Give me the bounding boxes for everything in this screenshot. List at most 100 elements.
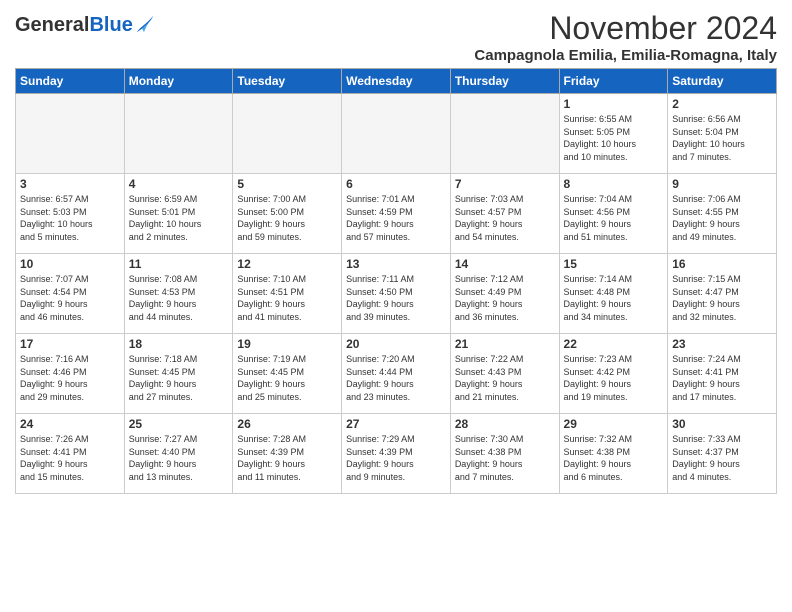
day-info: Sunrise: 7:00 AM Sunset: 5:00 PM Dayligh… bbox=[237, 193, 337, 243]
calendar-week-2: 3Sunrise: 6:57 AM Sunset: 5:03 PM Daylig… bbox=[16, 174, 777, 254]
day-info: Sunrise: 7:15 AM Sunset: 4:47 PM Dayligh… bbox=[672, 273, 772, 323]
calendar-table: Sunday Monday Tuesday Wednesday Thursday… bbox=[15, 68, 777, 494]
day-number: 29 bbox=[564, 417, 664, 431]
day-info: Sunrise: 7:14 AM Sunset: 4:48 PM Dayligh… bbox=[564, 273, 664, 323]
calendar-day bbox=[16, 94, 125, 174]
calendar-day: 19Sunrise: 7:19 AM Sunset: 4:45 PM Dayli… bbox=[233, 334, 342, 414]
day-info: Sunrise: 7:27 AM Sunset: 4:40 PM Dayligh… bbox=[129, 433, 229, 483]
calendar-day: 5Sunrise: 7:00 AM Sunset: 5:00 PM Daylig… bbox=[233, 174, 342, 254]
day-info: Sunrise: 7:07 AM Sunset: 4:54 PM Dayligh… bbox=[20, 273, 120, 323]
day-info: Sunrise: 7:22 AM Sunset: 4:43 PM Dayligh… bbox=[455, 353, 555, 403]
day-info: Sunrise: 7:03 AM Sunset: 4:57 PM Dayligh… bbox=[455, 193, 555, 243]
calendar-day: 25 Sunrise: 7:27 AM Sunset: 4:40 PM Dayli… bbox=[124, 414, 233, 494]
col-sunday: Sunday bbox=[16, 69, 125, 94]
calendar-day: 27 Sunrise: 7:29 AM Sunset: 4:39 PM Dayli… bbox=[342, 414, 451, 494]
calendar-day: 4 Sunrise: 6:59 AM Sunset: 5:01 PM Daylig… bbox=[124, 174, 233, 254]
day-number: 27 bbox=[346, 417, 446, 431]
day-info: Sunrise: 7:06 AM Sunset: 4:55 PM Dayligh… bbox=[672, 193, 772, 243]
day-info: Sunrise: 7:01 AM Sunset: 4:59 PM Dayligh… bbox=[346, 193, 446, 243]
day-info: Sunrise: 7:11 AM Sunset: 4:50 PM Dayligh… bbox=[346, 273, 446, 323]
calendar-day: 16 Sunrise: 7:15 AM Sunset: 4:47 PM Dayli… bbox=[668, 254, 777, 334]
day-info: Sunrise: 7:33 AM Sunset: 4:37 PM Dayligh… bbox=[672, 433, 772, 483]
col-monday: Monday bbox=[124, 69, 233, 94]
calendar-day: 8 Sunrise: 7:04 AM Sunset: 4:56 PM Daylig… bbox=[559, 174, 668, 254]
calendar-day: 7 Sunrise: 7:03 AM Sunset: 4:57 PM Daylig… bbox=[450, 174, 559, 254]
calendar-day: 21 Sunrise: 7:22 AM Sunset: 4:43 PM Dayli… bbox=[450, 334, 559, 414]
day-info: Sunrise: 7:12 AM Sunset: 4:49 PM Dayligh… bbox=[455, 273, 555, 323]
calendar-day bbox=[342, 94, 451, 174]
calendar-day: 9Sunrise: 7:06 AM Sunset: 4:55 PM Daylig… bbox=[668, 174, 777, 254]
day-number: 23 bbox=[672, 337, 772, 351]
calendar-day: 22Sunrise: 7:23 AM Sunset: 4:42 PM Dayli… bbox=[559, 334, 668, 414]
calendar-day: 23 Sunrise: 7:24 AM Sunset: 4:41 PM Dayli… bbox=[668, 334, 777, 414]
day-number: 14 bbox=[455, 257, 555, 271]
header: GeneralBlue November 2024 Campagnola Emi… bbox=[15, 10, 777, 64]
month-title: November 2024 bbox=[474, 10, 777, 47]
day-info: Sunrise: 7:04 AM Sunset: 4:56 PM Dayligh… bbox=[564, 193, 664, 243]
day-info: Sunrise: 7:24 AM Sunset: 4:41 PM Dayligh… bbox=[672, 353, 772, 403]
calendar-day: 11Sunrise: 7:08 AM Sunset: 4:53 PM Dayli… bbox=[124, 254, 233, 334]
day-info: Sunrise: 7:28 AM Sunset: 4:39 PM Dayligh… bbox=[237, 433, 337, 483]
page: GeneralBlue November 2024 Campagnola Emi… bbox=[0, 0, 792, 504]
calendar-day: 12 Sunrise: 7:10 AM Sunset: 4:51 PM Dayli… bbox=[233, 254, 342, 334]
day-number: 2 bbox=[672, 97, 772, 111]
day-info: Sunrise: 7:18 AM Sunset: 4:45 PM Dayligh… bbox=[129, 353, 229, 403]
day-info: Sunrise: 6:56 AM Sunset: 5:04 PM Dayligh… bbox=[672, 113, 772, 163]
calendar-day: 3Sunrise: 6:57 AM Sunset: 5:03 PM Daylig… bbox=[16, 174, 125, 254]
calendar-day bbox=[450, 94, 559, 174]
calendar-day: 14 Sunrise: 7:12 AM Sunset: 4:49 PM Dayli… bbox=[450, 254, 559, 334]
day-number: 12 bbox=[237, 257, 337, 271]
calendar-week-3: 10 Sunrise: 7:07 AM Sunset: 4:54 PM Dayli… bbox=[16, 254, 777, 334]
calendar-day: 20Sunrise: 7:20 AM Sunset: 4:44 PM Dayli… bbox=[342, 334, 451, 414]
calendar-day: 18 Sunrise: 7:18 AM Sunset: 4:45 PM Dayli… bbox=[124, 334, 233, 414]
day-number: 10 bbox=[20, 257, 120, 271]
calendar-week-4: 17 Sunrise: 7:16 AM Sunset: 4:46 PM Dayli… bbox=[16, 334, 777, 414]
calendar-day: 30 Sunrise: 7:33 AM Sunset: 4:37 PM Dayli… bbox=[668, 414, 777, 494]
calendar-day: 10 Sunrise: 7:07 AM Sunset: 4:54 PM Dayli… bbox=[16, 254, 125, 334]
col-saturday: Saturday bbox=[668, 69, 777, 94]
logo: GeneralBlue bbox=[15, 14, 153, 36]
calendar-day: 15 Sunrise: 7:14 AM Sunset: 4:48 PM Dayli… bbox=[559, 254, 668, 334]
day-number: 19 bbox=[237, 337, 337, 351]
calendar-day: 17 Sunrise: 7:16 AM Sunset: 4:46 PM Dayli… bbox=[16, 334, 125, 414]
day-info: Sunrise: 7:16 AM Sunset: 4:46 PM Dayligh… bbox=[20, 353, 120, 403]
header-row: Sunday Monday Tuesday Wednesday Thursday… bbox=[16, 69, 777, 94]
day-number: 28 bbox=[455, 417, 555, 431]
day-info: Sunrise: 7:08 AM Sunset: 4:53 PM Dayligh… bbox=[129, 273, 229, 323]
day-info: Sunrise: 7:10 AM Sunset: 4:51 PM Dayligh… bbox=[237, 273, 337, 323]
day-number: 15 bbox=[564, 257, 664, 271]
calendar-week-5: 24 Sunrise: 7:26 AM Sunset: 4:41 PM Dayli… bbox=[16, 414, 777, 494]
day-number: 3 bbox=[20, 177, 120, 191]
logo-bird-icon bbox=[135, 14, 153, 36]
day-info: Sunrise: 6:59 AM Sunset: 5:01 PM Dayligh… bbox=[129, 193, 229, 243]
day-number: 7 bbox=[455, 177, 555, 191]
calendar-day: 6 Sunrise: 7:01 AM Sunset: 4:59 PM Daylig… bbox=[342, 174, 451, 254]
col-wednesday: Wednesday bbox=[342, 69, 451, 94]
col-tuesday: Tuesday bbox=[233, 69, 342, 94]
day-number: 18 bbox=[129, 337, 229, 351]
day-number: 21 bbox=[455, 337, 555, 351]
day-info: Sunrise: 7:29 AM Sunset: 4:39 PM Dayligh… bbox=[346, 433, 446, 483]
calendar-day: 2 Sunrise: 6:56 AM Sunset: 5:04 PM Daylig… bbox=[668, 94, 777, 174]
calendar-week-1: 1Sunrise: 6:55 AM Sunset: 5:05 PM Daylig… bbox=[16, 94, 777, 174]
day-number: 16 bbox=[672, 257, 772, 271]
calendar-day bbox=[124, 94, 233, 174]
day-info: Sunrise: 7:26 AM Sunset: 4:41 PM Dayligh… bbox=[20, 433, 120, 483]
day-info: Sunrise: 6:55 AM Sunset: 5:05 PM Dayligh… bbox=[564, 113, 664, 163]
day-number: 6 bbox=[346, 177, 446, 191]
title-block: November 2024 Campagnola Emilia, Emilia-… bbox=[474, 10, 777, 64]
day-number: 24 bbox=[20, 417, 120, 431]
logo-general: GeneralBlue bbox=[15, 14, 133, 36]
location: Campagnola Emilia, Emilia-Romagna, Italy bbox=[474, 47, 777, 64]
day-number: 26 bbox=[237, 417, 337, 431]
col-friday: Friday bbox=[559, 69, 668, 94]
calendar-day: 1Sunrise: 6:55 AM Sunset: 5:05 PM Daylig… bbox=[559, 94, 668, 174]
day-number: 8 bbox=[564, 177, 664, 191]
day-number: 13 bbox=[346, 257, 446, 271]
day-number: 4 bbox=[129, 177, 229, 191]
day-info: Sunrise: 7:32 AM Sunset: 4:38 PM Dayligh… bbox=[564, 433, 664, 483]
day-number: 30 bbox=[672, 417, 772, 431]
day-info: Sunrise: 7:23 AM Sunset: 4:42 PM Dayligh… bbox=[564, 353, 664, 403]
day-number: 25 bbox=[129, 417, 229, 431]
day-number: 17 bbox=[20, 337, 120, 351]
